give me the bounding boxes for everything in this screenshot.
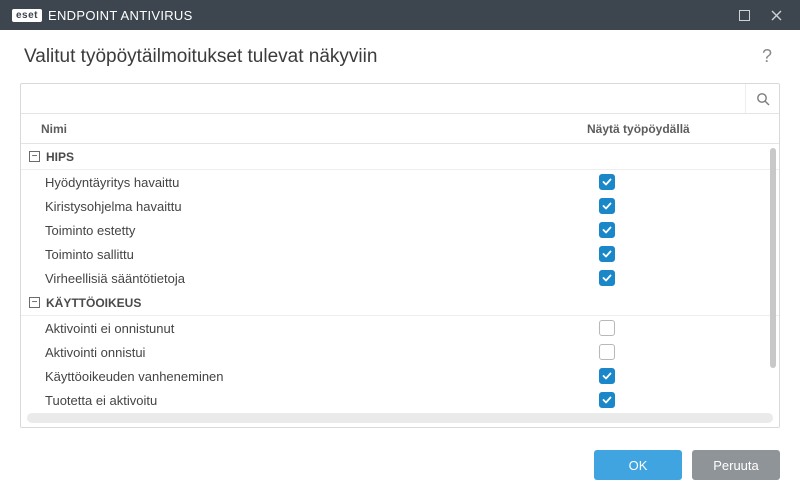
show-on-desktop-checkbox[interactable] bbox=[599, 222, 615, 238]
item-row: Tuotetta ei aktivoitu bbox=[21, 388, 779, 410]
search-row bbox=[21, 84, 779, 114]
group-row: −KÄYTTÖOIKEUS bbox=[21, 290, 779, 316]
item-label: Käyttöoikeuden vanheneminen bbox=[21, 369, 599, 384]
item-label: Tuotetta ei aktivoitu bbox=[21, 393, 599, 408]
dialog-footer: OK Peruuta bbox=[0, 428, 800, 500]
item-label: Kiristysohjelma havaittu bbox=[21, 199, 599, 214]
show-on-desktop-checkbox[interactable] bbox=[599, 246, 615, 262]
notifications-panel: Nimi Näytä työpöydällä −HIPSHyödyntäyrit… bbox=[20, 83, 780, 428]
page-title: Valitut työpöytäilmoitukset tulevat näky… bbox=[24, 46, 377, 68]
item-row: Käyttöoikeuden vanheneminen bbox=[21, 364, 779, 388]
brand-badge: eset bbox=[12, 9, 42, 22]
item-label: Aktivointi ei onnistunut bbox=[21, 321, 599, 336]
show-on-desktop-checkbox[interactable] bbox=[599, 392, 615, 408]
show-on-desktop-checkbox[interactable] bbox=[599, 270, 615, 286]
cancel-button[interactable]: Peruuta bbox=[692, 450, 780, 480]
product-name: ENDPOINT ANTIVIRUS bbox=[48, 8, 193, 23]
item-row: Virheellisiä sääntötietoja bbox=[21, 266, 779, 290]
show-on-desktop-checkbox[interactable] bbox=[599, 174, 615, 190]
column-header-show[interactable]: Näytä työpöydällä bbox=[587, 122, 767, 136]
item-label: Toiminto sallittu bbox=[21, 247, 599, 262]
group-row: −HIPS bbox=[21, 144, 779, 170]
window-close-button[interactable] bbox=[760, 0, 792, 30]
window-maximize-button[interactable] bbox=[728, 0, 760, 30]
show-on-desktop-checkbox[interactable] bbox=[599, 368, 615, 384]
item-row: Toiminto estetty bbox=[21, 218, 779, 242]
show-on-desktop-checkbox[interactable] bbox=[599, 198, 615, 214]
table-header: Nimi Näytä työpöydällä bbox=[21, 114, 779, 144]
column-header-name[interactable]: Nimi bbox=[21, 122, 587, 136]
search-icon bbox=[756, 92, 770, 106]
item-label: Virheellisiä sääntötietoja bbox=[21, 271, 599, 286]
group-label: HIPS bbox=[46, 150, 74, 164]
vertical-scrollbar[interactable] bbox=[770, 148, 776, 368]
titlebar: eset ENDPOINT ANTIVIRUS bbox=[0, 0, 800, 30]
dialog-header: Valitut työpöytäilmoitukset tulevat näky… bbox=[0, 30, 800, 79]
item-row: Kiristysohjelma havaittu bbox=[21, 194, 779, 218]
horizontal-scrollbar[interactable] bbox=[27, 413, 773, 423]
item-label: Aktivointi onnistui bbox=[21, 345, 599, 360]
item-row: Aktivointi ei onnistunut bbox=[21, 316, 779, 340]
item-row: Toiminto sallittu bbox=[21, 242, 779, 266]
search-button[interactable] bbox=[745, 84, 779, 113]
item-row: Hyödyntäyritys havaittu bbox=[21, 170, 779, 194]
show-on-desktop-checkbox[interactable] bbox=[599, 320, 615, 336]
item-row: Aktivointi onnistui bbox=[21, 340, 779, 364]
show-on-desktop-checkbox[interactable] bbox=[599, 344, 615, 360]
table-body: −HIPSHyödyntäyritys havaittuKiristysohje… bbox=[21, 144, 779, 410]
collapse-icon[interactable]: − bbox=[29, 151, 40, 162]
item-label: Hyödyntäyritys havaittu bbox=[21, 175, 599, 190]
item-label: Toiminto estetty bbox=[21, 223, 599, 238]
collapse-icon[interactable]: − bbox=[29, 297, 40, 308]
search-input[interactable] bbox=[21, 84, 745, 113]
ok-button[interactable]: OK bbox=[594, 450, 682, 480]
help-icon[interactable]: ? bbox=[758, 44, 776, 69]
group-label: KÄYTTÖOIKEUS bbox=[46, 296, 141, 310]
brand: eset ENDPOINT ANTIVIRUS bbox=[12, 8, 193, 23]
